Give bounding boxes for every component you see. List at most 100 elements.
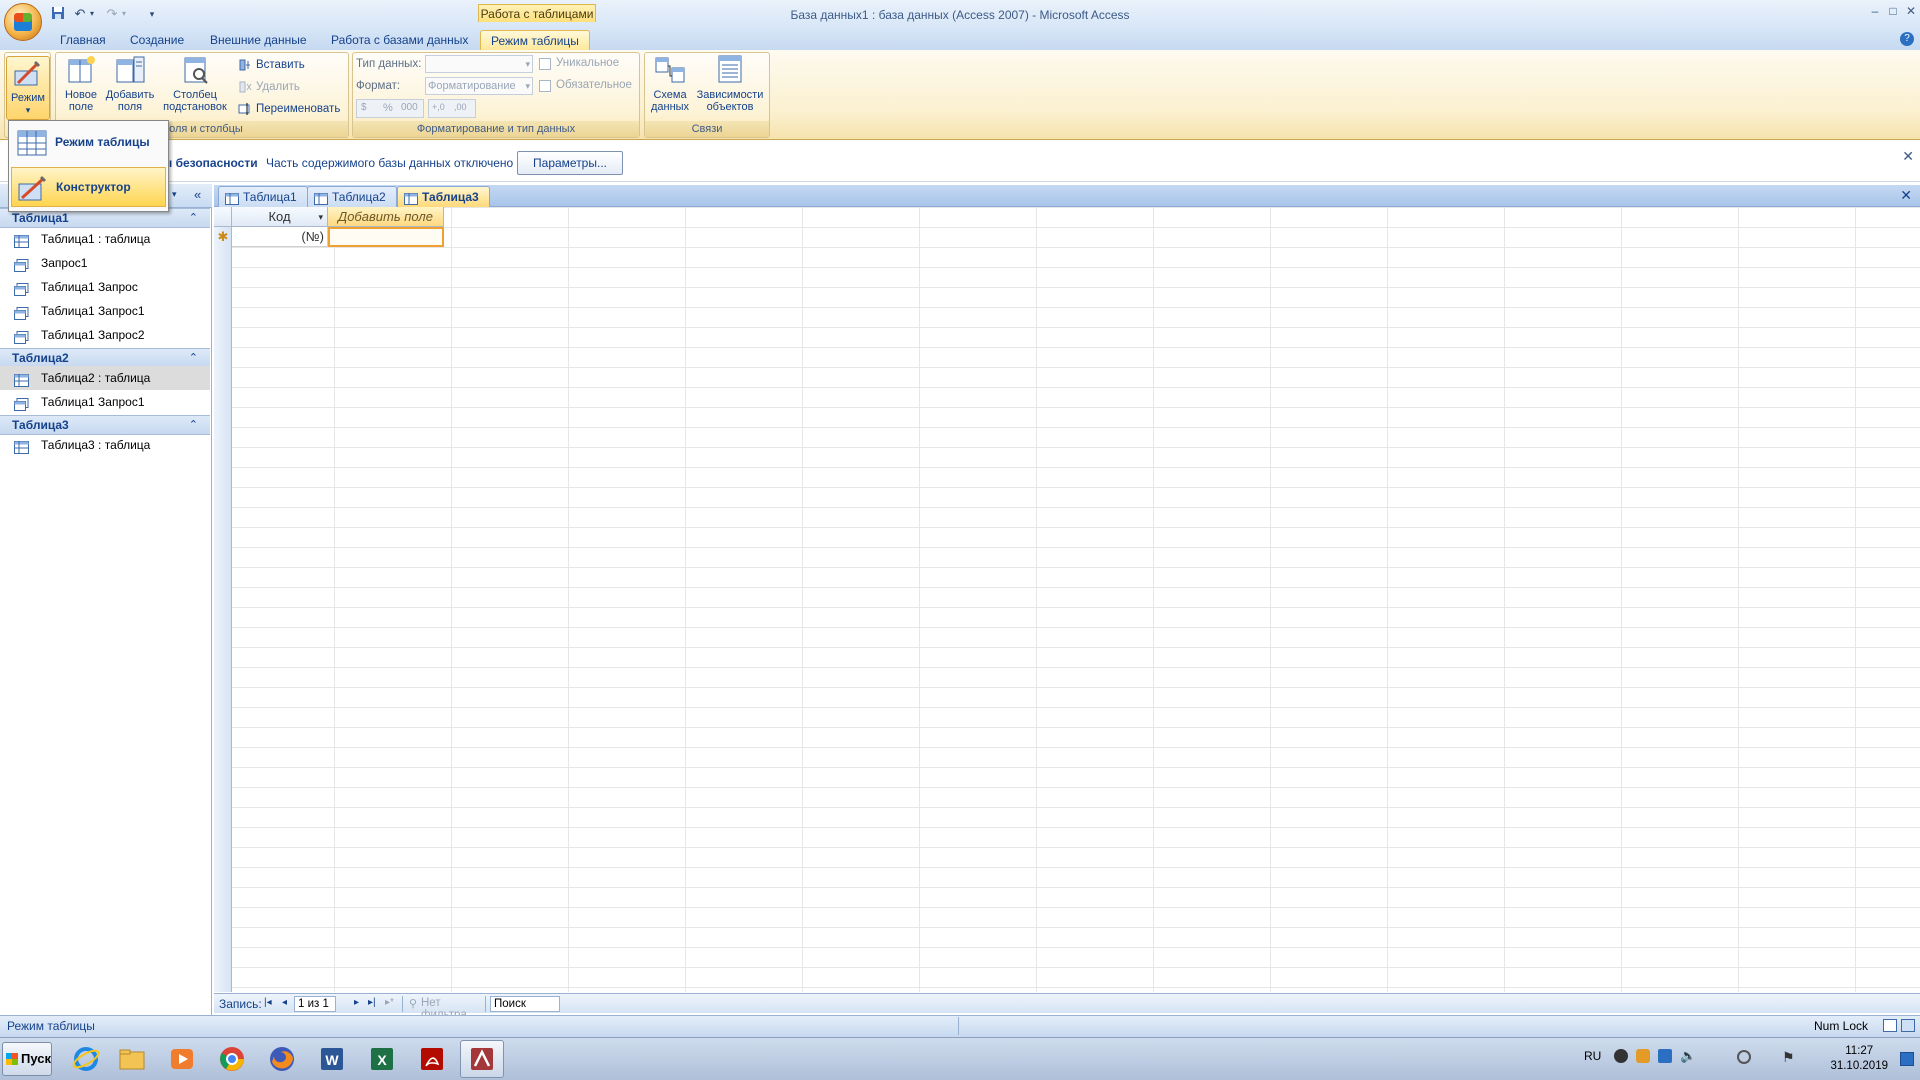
network-icon[interactable]: [1614, 1049, 1628, 1063]
nav-collapse-icon[interactable]: «: [194, 187, 201, 202]
chrome-icon[interactable]: [210, 1040, 254, 1078]
thousands-button[interactable]: 000: [401, 102, 418, 113]
add-fields-button[interactable]: Добавить поля: [104, 54, 156, 113]
nav-item[interactable]: Таблица1 : таблица: [0, 227, 210, 251]
object-dependencies-button[interactable]: Зависимости объектов: [694, 54, 766, 113]
taskbar-clock[interactable]: 11:27 31.10.2019: [1830, 1044, 1888, 1074]
explorer-icon[interactable]: [110, 1040, 154, 1078]
doc-tab-table2[interactable]: Таблица2: [307, 186, 397, 207]
cell-add-field-new[interactable]: [328, 227, 444, 247]
office-button[interactable]: [4, 3, 42, 41]
last-record-button[interactable]: ▸|: [368, 997, 376, 1008]
clock-time: 11:27: [1845, 1045, 1874, 1057]
nav-group-title: Таблица3: [12, 418, 69, 432]
insert-button[interactable]: Вставить: [236, 56, 305, 74]
excel-icon[interactable]: X: [360, 1040, 404, 1078]
nav-menu-chevron-icon[interactable]: ▾: [172, 189, 177, 200]
nav-group-table3[interactable]: Таблица3 ⌃: [0, 415, 210, 435]
new-record-button[interactable]: ▸*: [385, 997, 394, 1008]
close-icon[interactable]: ✕: [1900, 187, 1912, 204]
language-indicator[interactable]: RU: [1584, 1049, 1601, 1063]
menu-item-design-view[interactable]: Конструктор: [11, 167, 166, 207]
word-icon[interactable]: W: [310, 1040, 354, 1078]
nav-item[interactable]: Запрос1: [0, 251, 210, 275]
increase-decimals-button[interactable]: +,0: [432, 102, 445, 112]
view-mode-menu: Режим таблицы Конструктор: [8, 120, 169, 212]
security-message-bar: ы безопасности Часть содержимого базы да…: [0, 144, 1920, 182]
view-mode-button[interactable]: Режим ▾: [6, 56, 50, 120]
action-center-flag-icon[interactable]: ⚑: [1782, 1049, 1795, 1066]
add-fields-label-2: поля: [117, 101, 143, 113]
format-combo[interactable]: Форматирование ▾: [425, 77, 533, 95]
currency-icon[interactable]: $: [361, 102, 367, 113]
options-button[interactable]: Параметры...: [517, 151, 623, 175]
nav-item[interactable]: Таблица3 : таблица: [0, 433, 210, 457]
column-header-id[interactable]: Код ▾: [232, 207, 328, 227]
maximize-button[interactable]: □: [1885, 4, 1901, 18]
tab-create[interactable]: Создание: [120, 30, 194, 50]
next-record-button[interactable]: ▸: [354, 997, 359, 1008]
datasheet-view-switch-icon[interactable]: [1883, 1019, 1897, 1032]
collapse-icon[interactable]: ⌃: [189, 349, 198, 367]
acrobat-icon[interactable]: [410, 1040, 454, 1078]
cell-id-new[interactable]: (№): [232, 227, 328, 247]
tab-datasheet[interactable]: Режим таблицы: [480, 30, 590, 50]
select-all-corner[interactable]: [214, 207, 232, 227]
close-icon[interactable]: ✕: [1902, 148, 1914, 165]
current-record-input[interactable]: 1 из 1: [294, 996, 336, 1012]
record-selector-column: [214, 207, 232, 992]
percent-button[interactable]: %: [383, 102, 393, 114]
filter-indicator[interactable]: ⚲ Нет фильтра: [402, 996, 486, 1021]
minimize-button[interactable]: –: [1867, 4, 1883, 18]
system-tray-icons: 🔈: [1614, 1046, 1724, 1068]
collapse-icon[interactable]: ⌃: [189, 209, 198, 227]
firefox-icon[interactable]: [260, 1040, 304, 1078]
tab-external-data[interactable]: Внешние данные: [200, 30, 317, 50]
menu-item-datasheet-view[interactable]: Режим таблицы: [11, 123, 166, 163]
lookup-column-button[interactable]: Столбец подстановок: [160, 54, 230, 113]
rename-button[interactable]: Переименовать: [236, 100, 340, 118]
update-icon[interactable]: [1737, 1050, 1751, 1064]
close-button[interactable]: ✕: [1903, 4, 1919, 18]
datasheet-grid[interactable]: [214, 207, 1920, 992]
tab-database-tools[interactable]: Работа с базами данных: [321, 30, 478, 50]
relationships-button[interactable]: Схема данных: [648, 54, 692, 113]
volume-icon[interactable]: 🔈: [1680, 1048, 1696, 1064]
nav-group-table2[interactable]: Таблица2 ⌃: [0, 348, 210, 368]
media-player-icon[interactable]: [160, 1040, 204, 1078]
doc-tab-table3[interactable]: Таблица3: [397, 186, 490, 207]
start-button[interactable]: Пуск: [2, 1042, 52, 1076]
menu-item-datasheet-label: Режим таблицы: [55, 135, 150, 149]
doc-tab-table1[interactable]: Таблица1: [218, 186, 308, 207]
prev-record-button[interactable]: ◂: [282, 997, 287, 1008]
first-record-button[interactable]: |◂: [264, 997, 272, 1008]
tray-sync-icon[interactable]: [1658, 1049, 1672, 1063]
nav-item[interactable]: Таблица2 : таблица: [0, 366, 210, 390]
column-header-add-field[interactable]: Добавить поле: [328, 207, 444, 227]
delete-column-icon: [238, 80, 252, 94]
nav-item[interactable]: Таблица1 Запрос: [0, 275, 210, 299]
show-desktop-icon[interactable]: [1900, 1052, 1914, 1066]
help-icon[interactable]: ?: [1900, 32, 1914, 46]
decrease-decimals-button[interactable]: ,00: [454, 102, 467, 112]
data-type-combo[interactable]: ▾: [425, 55, 533, 73]
chevron-down-icon: ▾: [525, 59, 530, 69]
search-input[interactable]: Поиск: [490, 996, 560, 1012]
nav-item[interactable]: Таблица1 Запрос2: [0, 323, 210, 347]
clock-date: 31.10.2019: [1830, 1060, 1888, 1072]
unique-checkbox[interactable]: [539, 58, 551, 70]
nav-item[interactable]: Таблица1 Запрос1: [0, 299, 210, 323]
collapse-icon[interactable]: ⌃: [189, 416, 198, 434]
access-icon[interactable]: [460, 1040, 504, 1078]
office-logo-icon: [14, 13, 32, 31]
tab-home[interactable]: Главная: [50, 30, 116, 50]
nav-item[interactable]: Таблица1 Запрос1: [0, 390, 210, 414]
new-field-button[interactable]: Новое поле: [60, 54, 102, 113]
nav-group-title: Таблица2: [12, 351, 69, 365]
design-view-switch-icon[interactable]: [1901, 1019, 1915, 1032]
tray-app-icon[interactable]: [1636, 1049, 1650, 1063]
required-checkbox[interactable]: [539, 80, 551, 92]
ie-icon[interactable]: [64, 1040, 108, 1078]
sort-filter-icon[interactable]: ▾: [318, 207, 323, 227]
delete-button[interactable]: Удалить: [236, 78, 300, 96]
